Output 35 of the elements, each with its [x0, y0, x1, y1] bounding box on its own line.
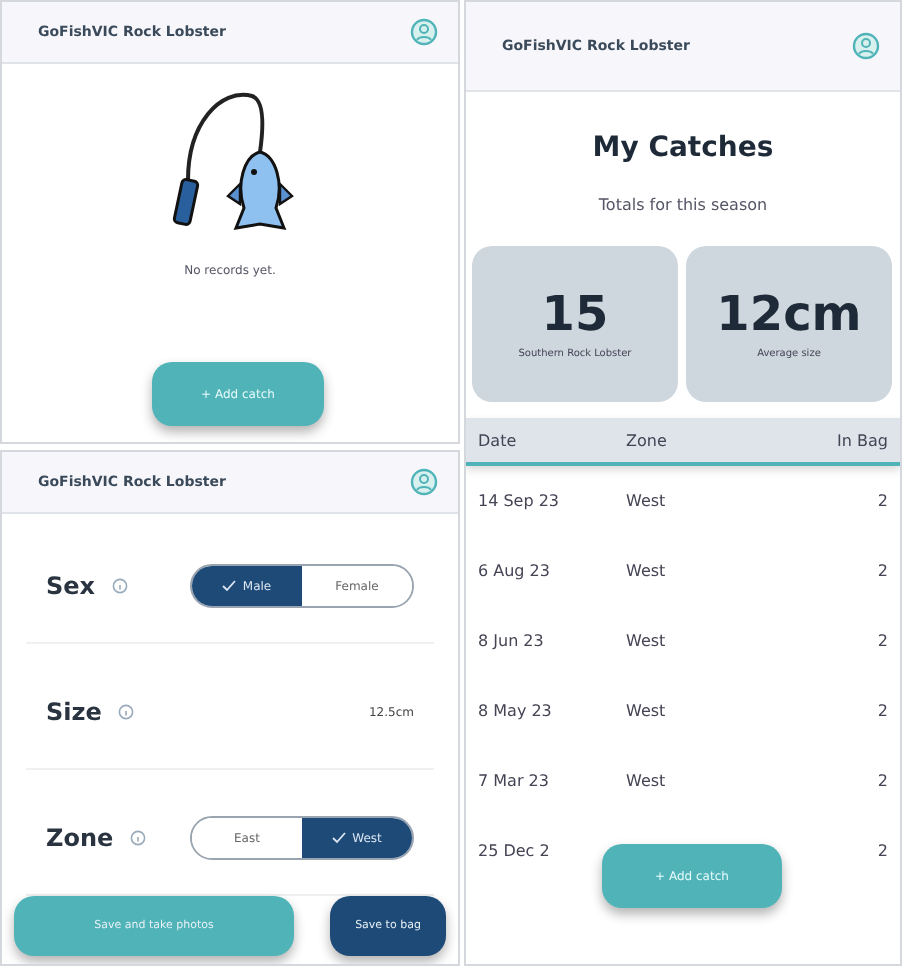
- table-cell-text: 2: [875, 562, 888, 580]
- stat-value: 12cm: [716, 289, 862, 337]
- table-cell-text: 2: [875, 842, 888, 860]
- table-cell-text: West: [626, 772, 668, 790]
- table-cell-text: West: [626, 632, 668, 650]
- profile-icon[interactable]: [852, 32, 880, 60]
- check-icon: [332, 832, 347, 844]
- stat-value: 15: [541, 289, 609, 337]
- profile-icon[interactable]: [410, 468, 438, 496]
- profile-icon[interactable]: [410, 18, 438, 46]
- table-cell-text: 2: [875, 772, 888, 790]
- table-cell-text: 8 Jun 23: [478, 632, 546, 650]
- info-icon[interactable]: [129, 830, 146, 846]
- table-cell-text: 25 Dec 2: [478, 842, 552, 860]
- table-cell-text: 8 May 23: [478, 702, 554, 720]
- page-heading: My Catches: [592, 132, 774, 164]
- field-label: Zone: [46, 824, 114, 852]
- table-cell-text: 7 Mar 23: [478, 772, 551, 790]
- table-cell-text: 14 Sep 23: [478, 492, 562, 510]
- table-cell-text: West: [626, 702, 668, 720]
- table-cell-text: 2: [875, 492, 888, 510]
- info-icon[interactable]: [117, 704, 134, 720]
- page-subheading: Totals for this season: [598, 196, 768, 214]
- table-cell-text: 2: [875, 632, 888, 650]
- info-icon[interactable]: [111, 578, 128, 594]
- table-cell-text: West: [626, 562, 668, 580]
- column-header: Zone: [626, 431, 669, 449]
- field-label: Size: [46, 698, 102, 726]
- table-cell-text: 2: [875, 702, 888, 720]
- column-header: Date: [478, 431, 519, 449]
- field-label: Sex: [46, 572, 96, 600]
- check-icon: [222, 580, 237, 592]
- table-cell-text: West: [626, 492, 668, 510]
- column-header: In Bag: [835, 431, 888, 449]
- table-cell-text: 6 Aug 23: [478, 562, 552, 580]
